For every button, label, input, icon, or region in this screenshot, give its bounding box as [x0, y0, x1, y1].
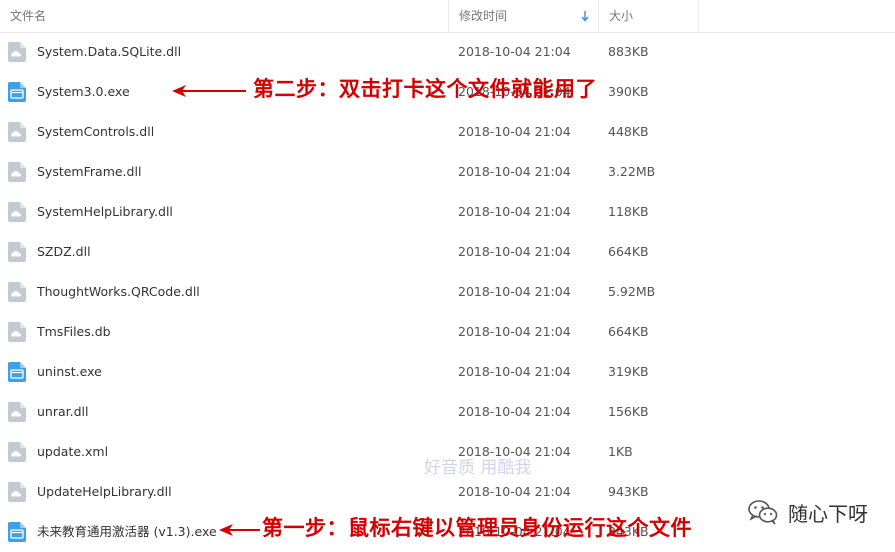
file-size: 448KB — [608, 124, 649, 139]
file-modified-time: 2018-10-04 21:04 — [458, 324, 571, 339]
file-size: 5.92MB — [608, 284, 656, 299]
watermark-text: 好音质 用酷我 — [424, 458, 532, 478]
file-row[interactable]: SZDZ.dll 2018-10-04 21:04 664KB — [0, 232, 895, 272]
file-icon — [8, 42, 26, 62]
annotation-step2: 第二步：双击打卡这个文件就能用了 — [253, 76, 597, 101]
file-name[interactable]: update.xml — [37, 432, 108, 472]
file-name[interactable]: ThoughtWorks.QRCode.dll — [37, 272, 200, 312]
wechat-account-name: 随心下呀 — [788, 501, 868, 526]
file-row[interactable]: uninst.exe 2018-10-04 21:04 319KB — [0, 352, 895, 392]
file-size: 943KB — [608, 484, 649, 499]
file-icon — [8, 202, 26, 222]
file-name[interactable]: uninst.exe — [37, 352, 102, 392]
file-size: 156KB — [608, 404, 649, 419]
file-list-header: 文件名 修改时间 大小 — [0, 0, 895, 33]
file-modified-time: 2018-10-04 21:04 — [458, 484, 571, 499]
file-name[interactable]: SZDZ.dll — [37, 232, 91, 272]
file-icon — [8, 242, 26, 262]
file-name[interactable]: SystemControls.dll — [37, 112, 154, 152]
file-row[interactable]: SystemControls.dll 2018-10-04 21:04 448KB — [0, 112, 895, 152]
sort-descending-icon[interactable] — [580, 10, 590, 22]
file-modified-time: 2018-10-04 21:04 — [458, 44, 571, 59]
file-size: 1KB — [608, 444, 633, 459]
file-modified-time: 2018-10-04 21:04 — [458, 124, 571, 139]
file-name[interactable]: 未来教育通用激活器 (v1.3).exe — [37, 512, 217, 552]
file-size: 664KB — [608, 244, 649, 259]
file-row[interactable]: SystemFrame.dll 2018-10-04 21:04 3.22MB — [0, 152, 895, 192]
file-icon — [8, 482, 26, 502]
column-header-size-label: 大小 — [609, 9, 634, 23]
wechat-account-badge: 随心下呀 — [748, 496, 868, 528]
file-row[interactable]: ThoughtWorks.QRCode.dll 2018-10-04 21:04 5… — [0, 272, 895, 312]
file-name[interactable]: TmsFiles.db — [37, 312, 111, 352]
file-icon — [8, 322, 26, 342]
file-name[interactable]: unrar.dll — [37, 392, 89, 432]
file-modified-time: 2018-10-04 21:04 — [458, 404, 571, 419]
file-modified-time: 2018-10-04 21:04 — [458, 244, 571, 259]
file-modified-time: 2018-10-04 21:04 — [458, 164, 571, 179]
file-row[interactable]: System.Data.SQLite.dll 2018-10-04 21:04 88… — [0, 32, 895, 72]
file-name[interactable]: SystemHelpLibrary.dll — [37, 192, 173, 232]
file-row[interactable]: SystemHelpLibrary.dll 2018-10-04 21:04 118… — [0, 192, 895, 232]
file-size: 883KB — [608, 44, 649, 59]
file-icon — [8, 282, 26, 302]
exe-icon — [8, 362, 26, 382]
annotation-arrow-step2 — [172, 85, 246, 97]
annotation-step1: 第一步：鼠标右键以管理员身份运行这个文件 — [262, 515, 692, 540]
file-size: 3.22MB — [608, 164, 656, 179]
exe-icon — [8, 82, 26, 102]
file-icon — [8, 162, 26, 182]
file-size: 390KB — [608, 84, 649, 99]
exe-icon — [8, 522, 26, 542]
file-icon — [8, 122, 26, 142]
column-header-time-label: 修改时间 — [459, 9, 508, 23]
file-name[interactable]: SystemFrame.dll — [37, 152, 141, 192]
annotation-arrow-step1 — [219, 524, 260, 536]
file-name[interactable]: UpdateHelpLibrary.dll — [37, 472, 172, 512]
wechat-icon — [748, 500, 778, 525]
column-header-name[interactable]: 文件名 — [0, 0, 449, 32]
file-name[interactable]: System.Data.SQLite.dll — [37, 32, 181, 72]
file-row[interactable]: TmsFiles.db 2018-10-04 21:04 664KB — [0, 312, 895, 352]
column-header-name-label: 文件名 — [10, 9, 47, 23]
file-name[interactable]: System3.0.exe — [37, 72, 130, 112]
file-modified-time: 2018-10-04 21:04 — [458, 364, 571, 379]
file-modified-time: 2018-10-04 21:04 — [458, 284, 571, 299]
file-size: 319KB — [608, 364, 649, 379]
file-row[interactable]: unrar.dll 2018-10-04 21:04 156KB — [0, 392, 895, 432]
file-modified-time: 2018-10-04 21:04 — [458, 204, 571, 219]
file-size: 664KB — [608, 324, 649, 339]
column-header-size[interactable]: 大小 — [599, 0, 699, 32]
column-header-modified-time[interactable]: 修改时间 — [449, 0, 599, 32]
file-icon — [8, 442, 26, 462]
file-icon — [8, 402, 26, 422]
file-size: 118KB — [608, 204, 649, 219]
